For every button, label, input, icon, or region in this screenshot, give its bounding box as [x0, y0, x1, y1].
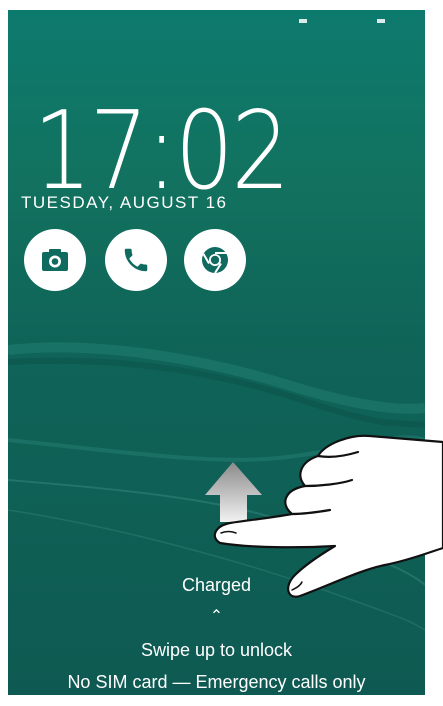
swipe-gesture-hand-illustration — [205, 434, 443, 598]
hand-icon — [213, 434, 443, 598]
swipe-arrow-icon — [205, 462, 262, 522]
